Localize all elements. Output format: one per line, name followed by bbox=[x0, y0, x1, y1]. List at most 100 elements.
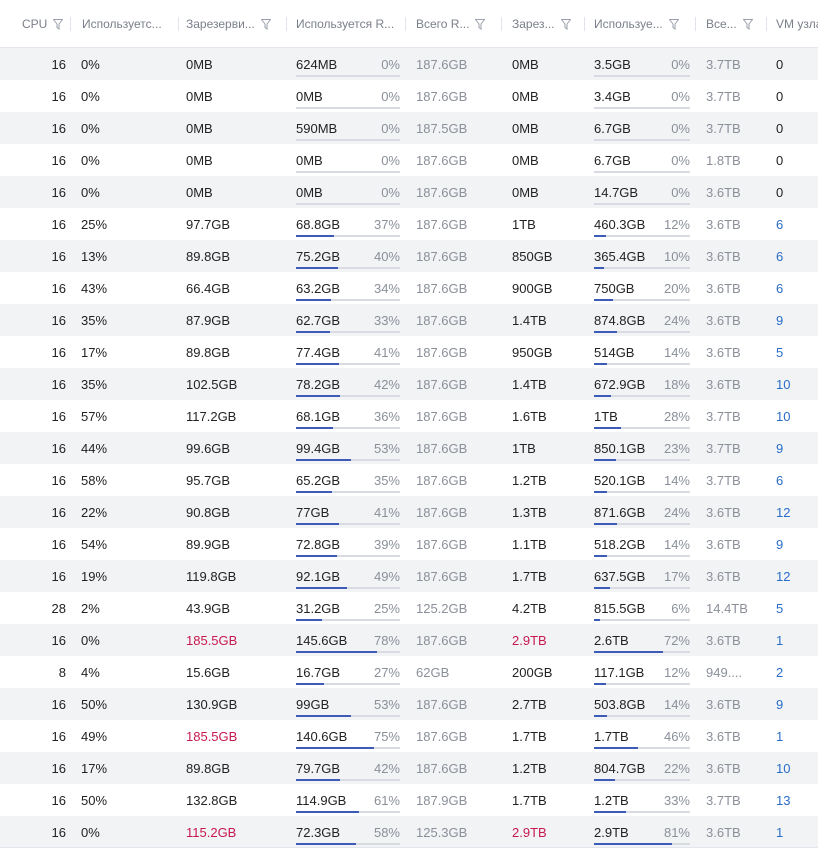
ram-used-bar: 92.1GB 49% bbox=[296, 560, 400, 592]
table-row[interactable]: 16 0% 0MB 624MB 0% 187.6GB 0MB 3.5GB 0% … bbox=[0, 48, 818, 80]
column-divider[interactable] bbox=[70, 17, 71, 31]
column-divider[interactable] bbox=[286, 17, 287, 31]
vm-count-link[interactable]: 0 bbox=[776, 176, 783, 208]
table-row[interactable]: 16 17% 89.8GB 77.4GB 41% 187.6GB 950GB 5… bbox=[0, 336, 818, 368]
table-row[interactable]: 28 2% 43.9GB 31.2GB 25% 125.2GB 4.2TB 81… bbox=[0, 592, 818, 624]
table-row[interactable]: 16 58% 95.7GB 65.2GB 35% 187.6GB 1.2TB 5… bbox=[0, 464, 818, 496]
vm-count-link[interactable]: 0 bbox=[776, 48, 783, 80]
column-header-disk-reserved[interactable]: Зарез... bbox=[512, 0, 582, 48]
column-divider[interactable] bbox=[405, 17, 406, 31]
funnel-filter-icon[interactable] bbox=[742, 18, 753, 30]
table-row[interactable]: 16 0% 0MB 0MB 0% 187.6GB 0MB 6.7GB 0% 1.… bbox=[0, 144, 818, 176]
table-row[interactable]: 16 50% 132.8GB 114.9GB 61% 187.9GB 1.7TB… bbox=[0, 784, 818, 816]
vm-count-link[interactable]: 9 bbox=[776, 528, 783, 560]
vm-count-link[interactable]: 5 bbox=[776, 592, 783, 624]
table-row[interactable]: 16 13% 89.8GB 75.2GB 40% 187.6GB 850GB 3… bbox=[0, 240, 818, 272]
ram-total-cell: 187.6GB bbox=[416, 280, 468, 296]
column-header-ram-reserved[interactable]: Зарезерви... bbox=[186, 0, 286, 48]
funnel-filter-icon[interactable] bbox=[475, 18, 486, 30]
ram-used-bar: 0MB 0% bbox=[296, 80, 400, 112]
cpu-cell: 16 bbox=[51, 504, 66, 520]
column-header-cpu-used[interactable]: Используетс... bbox=[82, 0, 178, 48]
table-row[interactable]: 16 0% 0MB 590MB 0% 187.5GB 0MB 6.7GB 0% … bbox=[0, 112, 818, 144]
table-row[interactable]: 16 0% 115.2GB 72.3GB 58% 125.3GB 2.9TB 2… bbox=[0, 816, 818, 848]
vm-count-link[interactable]: 1 bbox=[776, 816, 783, 848]
ram-used-track bbox=[296, 75, 400, 77]
funnel-filter-icon[interactable] bbox=[668, 18, 679, 30]
funnel-filter-icon[interactable] bbox=[560, 18, 571, 30]
disk-used-fill bbox=[594, 299, 614, 301]
vm-count-link[interactable]: 1 bbox=[776, 624, 783, 656]
column-header-cpu[interactable]: CPU bbox=[22, 0, 70, 48]
ram-used-bar: 77.4GB 41% bbox=[296, 336, 400, 368]
table-row[interactable]: 16 25% 97.7GB 68.8GB 37% 187.6GB 1TB 460… bbox=[0, 208, 818, 240]
disk-total-cell: 14.4TB bbox=[706, 600, 748, 616]
vm-count-link[interactable]: 0 bbox=[776, 80, 783, 112]
vm-count-link[interactable]: 10 bbox=[776, 752, 790, 784]
vm-count-link[interactable]: 10 bbox=[776, 400, 790, 432]
table-row[interactable]: 16 17% 89.8GB 79.7GB 42% 187.6GB 1.2TB 8… bbox=[0, 752, 818, 784]
disk-used-bar: 6.7GB 0% bbox=[594, 112, 690, 144]
column-header-vm-count[interactable]: VM узла bbox=[776, 0, 818, 48]
vm-count-link[interactable]: 12 bbox=[776, 560, 790, 592]
vm-count-link[interactable]: 12 bbox=[776, 496, 790, 528]
vm-count-link[interactable]: 0 bbox=[776, 144, 783, 176]
table-row[interactable]: 16 54% 89.9GB 72.8GB 39% 187.6GB 1.1TB 5… bbox=[0, 528, 818, 560]
disk-used-fill bbox=[594, 619, 600, 621]
table-row[interactable]: 16 0% 185.5GB 145.6GB 78% 187.6GB 2.9TB … bbox=[0, 624, 818, 656]
vm-count-link[interactable]: 6 bbox=[776, 240, 783, 272]
vm-count-link[interactable]: 6 bbox=[776, 208, 783, 240]
disk-used-bar: 14.7GB 0% bbox=[594, 176, 690, 208]
column-header-ram-total[interactable]: Всего R... bbox=[416, 0, 498, 48]
funnel-filter-icon[interactable] bbox=[53, 18, 64, 30]
column-header-ram-used[interactable]: Используется R... bbox=[296, 0, 400, 48]
vm-count-link[interactable]: 1 bbox=[776, 720, 783, 752]
table-row[interactable]: 16 35% 87.9GB 62.7GB 33% 187.6GB 1.4TB 8… bbox=[0, 304, 818, 336]
column-divider[interactable] bbox=[584, 17, 585, 31]
table-row[interactable]: 16 49% 185.5GB 140.6GB 75% 187.6GB 1.7TB… bbox=[0, 720, 818, 752]
table-row[interactable]: 16 43% 66.4GB 63.2GB 34% 187.6GB 900GB 7… bbox=[0, 272, 818, 304]
vm-count-link[interactable]: 9 bbox=[776, 432, 783, 464]
ram-total-cell: 62GB bbox=[416, 664, 450, 680]
vm-count-link[interactable]: 13 bbox=[776, 784, 790, 816]
disk-used-bar: 637.5GB 17% bbox=[594, 560, 690, 592]
ram-used-track bbox=[296, 779, 400, 781]
ram-used-fill bbox=[296, 651, 378, 653]
table-row[interactable]: 16 0% 0MB 0MB 0% 187.6GB 0MB 14.7GB 0% 3… bbox=[0, 176, 818, 208]
table-row[interactable]: 16 22% 90.8GB 77GB 41% 187.6GB 1.3TB 871… bbox=[0, 496, 818, 528]
ram-total-cell: 187.6GB bbox=[416, 184, 468, 200]
disk-total-cell: 3.6TB bbox=[706, 248, 741, 264]
vm-count-link[interactable]: 10 bbox=[776, 368, 790, 400]
table-row[interactable]: 16 57% 117.2GB 68.1GB 36% 187.6GB 1.6TB … bbox=[0, 400, 818, 432]
column-divider[interactable] bbox=[501, 17, 502, 31]
disk-used-track bbox=[594, 843, 690, 845]
vm-count-link[interactable]: 0 bbox=[776, 112, 783, 144]
disk-reserved-cell: 2.9TB bbox=[512, 824, 547, 840]
ram-used-fill bbox=[296, 715, 352, 717]
column-divider[interactable] bbox=[178, 17, 179, 31]
table-row[interactable]: 8 4% 15.6GB 16.7GB 27% 62GB 200GB 117.1G… bbox=[0, 656, 818, 688]
table-row[interactable]: 16 50% 130.9GB 99GB 53% 187.6GB 2.7TB 50… bbox=[0, 688, 818, 720]
table-row[interactable]: 16 44% 99.6GB 99.4GB 53% 187.6GB 1TB 850… bbox=[0, 432, 818, 464]
ram-reserved-cell: 0MB bbox=[186, 88, 213, 104]
vm-count-link[interactable]: 9 bbox=[776, 304, 783, 336]
ram-used-bar: 624MB 0% bbox=[296, 48, 400, 80]
vm-count-link[interactable]: 9 bbox=[776, 688, 783, 720]
ram-reserved-cell: 90.8GB bbox=[186, 504, 231, 520]
vm-count-link[interactable]: 2 bbox=[776, 656, 783, 688]
table-row[interactable]: 16 35% 102.5GB 78.2GB 42% 187.6GB 1.4TB … bbox=[0, 368, 818, 400]
cpu-cell: 16 bbox=[51, 312, 66, 328]
disk-reserved-cell: 1.1TB bbox=[512, 536, 547, 552]
column-header-disk-total[interactable]: Все... bbox=[706, 0, 764, 48]
vm-count-link[interactable]: 6 bbox=[776, 464, 783, 496]
column-divider[interactable] bbox=[766, 17, 767, 31]
table-row[interactable]: 16 0% 0MB 0MB 0% 187.6GB 0MB 3.4GB 0% 3.… bbox=[0, 80, 818, 112]
vm-count-link[interactable]: 5 bbox=[776, 336, 783, 368]
vm-count-link[interactable]: 6 bbox=[776, 272, 783, 304]
table-row[interactable]: 16 19% 119.8GB 92.1GB 49% 187.6GB 1.7TB … bbox=[0, 560, 818, 592]
funnel-filter-icon[interactable] bbox=[260, 18, 271, 30]
ram-reserved-cell: 130.9GB bbox=[186, 696, 238, 712]
column-header-disk-used[interactable]: Используе... bbox=[594, 0, 692, 48]
column-divider[interactable] bbox=[695, 17, 696, 31]
ram-used-bar: 590MB 0% bbox=[296, 112, 400, 144]
